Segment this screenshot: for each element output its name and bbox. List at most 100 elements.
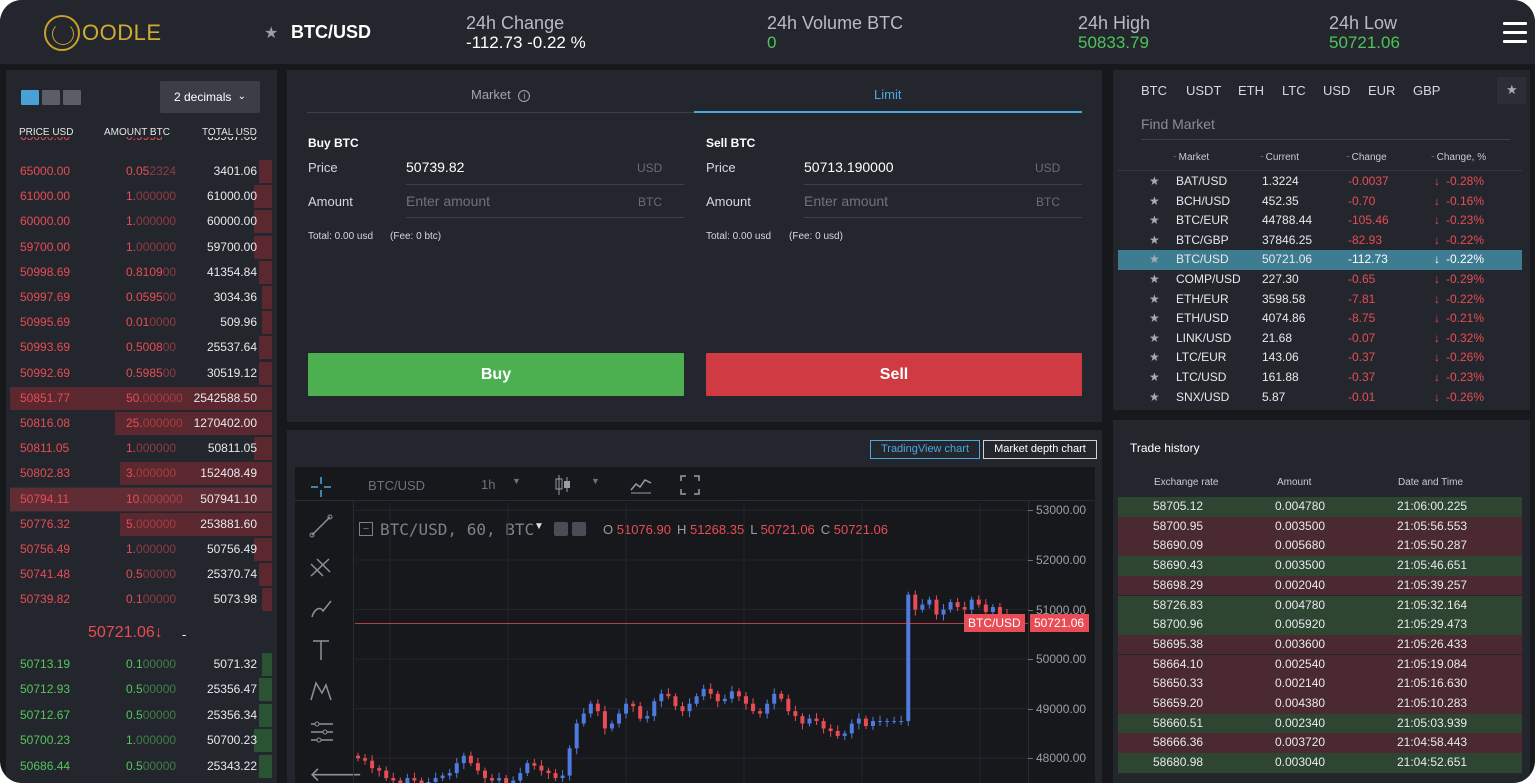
crosshair-icon[interactable] xyxy=(309,475,333,499)
market-depth-chart-button[interactable]: Market depth chart xyxy=(983,440,1097,459)
sell-amount-input[interactable]: Enter amount xyxy=(804,193,888,209)
market-row[interactable]: ★ SNX/USD 5.87 -0.01 ↓ -0.26% xyxy=(1118,388,1522,408)
ask-row[interactable]: 50756.49 1.000000 50756.49 xyxy=(10,537,272,562)
logo-ring-icon xyxy=(44,15,80,51)
col-changepct-header[interactable]: ⁻ Change, % xyxy=(1431,152,1486,163)
text-tool-icon[interactable] xyxy=(309,638,333,662)
star-icon[interactable]: ★ xyxy=(1149,348,1160,368)
star-icon[interactable]: ★ xyxy=(1149,309,1160,329)
trade-rate: 58690.09 xyxy=(1153,538,1204,553)
ask-row[interactable]: 65000.00 0.052324 3401.06 xyxy=(10,159,272,184)
star-icon[interactable]: ★ xyxy=(1149,329,1160,349)
book-asks-icon[interactable] xyxy=(42,90,60,105)
fib-tool-icon[interactable] xyxy=(309,556,333,580)
sell-price-input[interactable]: 50713.190000 xyxy=(804,159,894,175)
indicators-icon[interactable] xyxy=(630,476,652,494)
market-row[interactable]: ★ ETH/EUR 3598.58 -7.81 ↓ -0.22% xyxy=(1118,290,1522,310)
bid-row[interactable]: 50700.23 1.000000 50700.23 xyxy=(10,728,272,753)
star-icon[interactable]: ★ xyxy=(1149,368,1160,388)
ask-row[interactable]: 50851.77 50.000000 2542588.50 xyxy=(10,386,272,411)
sell-button[interactable]: Sell xyxy=(706,353,1082,396)
tradingview-chart-button[interactable]: TradingView chart xyxy=(870,440,980,459)
col-change-header[interactable]: ⁻ Change xyxy=(1346,152,1387,163)
logo[interactable]: OODLE xyxy=(44,14,162,52)
market-row[interactable]: ★ LINK/USD 21.68 -0.07 ↓ -0.32% xyxy=(1118,329,1522,349)
market-row[interactable]: ★ LTC/USD 161.88 -0.37 ↓ -0.23% xyxy=(1118,368,1522,388)
currency-tab-usdt[interactable]: USDT xyxy=(1186,83,1221,98)
ask-row[interactable]: 50802.83 3.000000 152408.49 xyxy=(10,461,272,486)
ask-row[interactable]: 50794.11 10.000000 507941.10 xyxy=(10,486,272,512)
ask-row[interactable]: 50997.69 0.059500 3034.36 xyxy=(10,285,272,310)
currency-tab-eth[interactable]: ETH xyxy=(1238,83,1264,98)
candles-style-icon[interactable] xyxy=(555,474,571,496)
market-row[interactable]: ★ LTC/EUR 143.06 -0.37 ↓ -0.26% xyxy=(1118,348,1522,368)
star-icon[interactable]: ★ xyxy=(1149,192,1160,212)
market-row[interactable]: ★ BTC/GBP 37846.25 -82.93 ↓ -0.22% xyxy=(1118,231,1522,251)
chart-symbol[interactable]: BTC/USD xyxy=(368,478,425,493)
ask-row[interactable]: 50993.69 0.500800 25537.64 xyxy=(10,335,272,360)
buy-button[interactable]: Buy xyxy=(308,353,684,396)
market-row[interactable]: ★ ETH/USD 4074.86 -8.75 ↓ -0.21% xyxy=(1118,309,1522,329)
bid-row[interactable]: 50712.67 0.500000 25356.34 xyxy=(10,703,272,728)
ask-row[interactable]: 60000.00 1.000000 60000.00 xyxy=(10,209,272,234)
trend-line-icon[interactable] xyxy=(309,514,333,538)
market-row[interactable]: ★ BTC/EUR 44788.44 -105.46 ↓ -0.23% xyxy=(1118,211,1522,231)
decimals-select[interactable]: 2 decimals ⌄ xyxy=(160,81,260,113)
ask-row[interactable]: 50741.48 0.500000 25370.74 xyxy=(10,562,272,587)
star-icon[interactable]: ★ xyxy=(1149,231,1160,251)
candle-body xyxy=(878,721,883,723)
ask-row[interactable]: 50998.69 0.810900 41354.84 xyxy=(10,260,272,285)
ask-row[interactable]: 61000.00 1.000000 61000.00 xyxy=(10,184,272,209)
buy-price-input[interactable]: 50739.82 xyxy=(406,159,464,175)
chart-interval[interactable]: 1h xyxy=(481,477,495,492)
market-row[interactable]: ★ COMP/USD 227.30 -0.65 ↓ -0.29% xyxy=(1118,270,1522,290)
book-both-icon[interactable] xyxy=(21,90,39,105)
ask-row[interactable]: 50739.82 0.100000 5073.98 xyxy=(10,587,272,612)
ask-row[interactable]: 50811.05 1.000000 50811.05 xyxy=(10,436,272,461)
ask-row[interactable]: 50995.69 0.010000 509.96 xyxy=(10,310,272,335)
hamburger-menu-icon[interactable] xyxy=(1503,22,1527,43)
fullscreen-icon[interactable] xyxy=(680,475,700,495)
currency-tab-btc[interactable]: BTC xyxy=(1141,83,1167,98)
currency-tab-eur[interactable]: EUR xyxy=(1368,83,1395,98)
tab-market[interactable]: Market i xyxy=(471,87,531,102)
stat-label: 24h Volume BTC xyxy=(767,13,904,33)
market-row[interactable]: ★ BCH/USD 452.35 -0.70 ↓ -0.16% xyxy=(1118,192,1522,212)
amount-main: 1. xyxy=(126,733,137,748)
bid-row[interactable]: 50686.44 0.500000 25343.22 xyxy=(10,754,272,779)
star-icon[interactable]: ★ xyxy=(1149,270,1160,290)
book-bids-icon[interactable] xyxy=(63,90,81,105)
col-current-header[interactable]: ⁻ Current xyxy=(1260,152,1299,163)
favorite-star-icon[interactable]: ★ xyxy=(264,23,278,43)
ask-row[interactable]: 59700.00 1.000000 59700.00 xyxy=(10,235,272,260)
favorites-tab[interactable]: ★ xyxy=(1497,77,1526,104)
price-chart[interactable] xyxy=(355,503,1028,783)
trade-rate: 58664.10 xyxy=(1153,656,1204,671)
star-icon[interactable]: ★ xyxy=(1149,388,1160,408)
col-market-header[interactable]: ⁻ Market xyxy=(1173,152,1209,163)
ask-row[interactable]: 50776.32 5.000000 253881.60 xyxy=(10,512,272,537)
currency-tab-gbp[interactable]: GBP xyxy=(1413,83,1440,98)
bid-row[interactable]: 50712.93 0.500000 25356.47 xyxy=(10,677,272,702)
interval-chevron-icon[interactable]: ▼ xyxy=(512,476,521,486)
star-icon[interactable]: ★ xyxy=(1149,290,1160,310)
arrow-down-icon: ↓ xyxy=(1434,389,1440,404)
star-icon[interactable]: ★ xyxy=(1149,172,1160,192)
market-current: 1.3224 xyxy=(1262,174,1299,188)
brush-icon[interactable] xyxy=(309,597,335,621)
currency-tab-usd[interactable]: USD xyxy=(1323,83,1350,98)
market-row[interactable]: ★ BAT/USD 1.3224 -0.0037 ↓ -0.28% xyxy=(1118,172,1522,192)
ask-row[interactable]: 50816.08 25.000000 1270402.00 xyxy=(10,411,272,436)
star-icon[interactable]: ★ xyxy=(1149,250,1160,270)
ask-row[interactable]: 50992.69 0.598500 30519.12 xyxy=(10,361,272,386)
pattern-icon[interactable] xyxy=(309,679,333,703)
market-row[interactable]: ★ BTC/USD 50721.06 -112.73 ↓ -0.22% xyxy=(1118,250,1522,270)
star-icon[interactable]: ★ xyxy=(1149,211,1160,231)
prediction-icon[interactable] xyxy=(309,720,335,744)
bid-row[interactable]: 50713.19 0.100000 5071.32 xyxy=(10,652,272,677)
find-market-input[interactable]: Find Market xyxy=(1141,116,1215,132)
style-chevron-icon[interactable]: ▼ xyxy=(591,476,600,486)
buy-amount-input[interactable]: Enter amount xyxy=(406,193,490,209)
tab-limit[interactable]: Limit xyxy=(874,87,901,102)
currency-tab-ltc[interactable]: LTC xyxy=(1282,83,1306,98)
